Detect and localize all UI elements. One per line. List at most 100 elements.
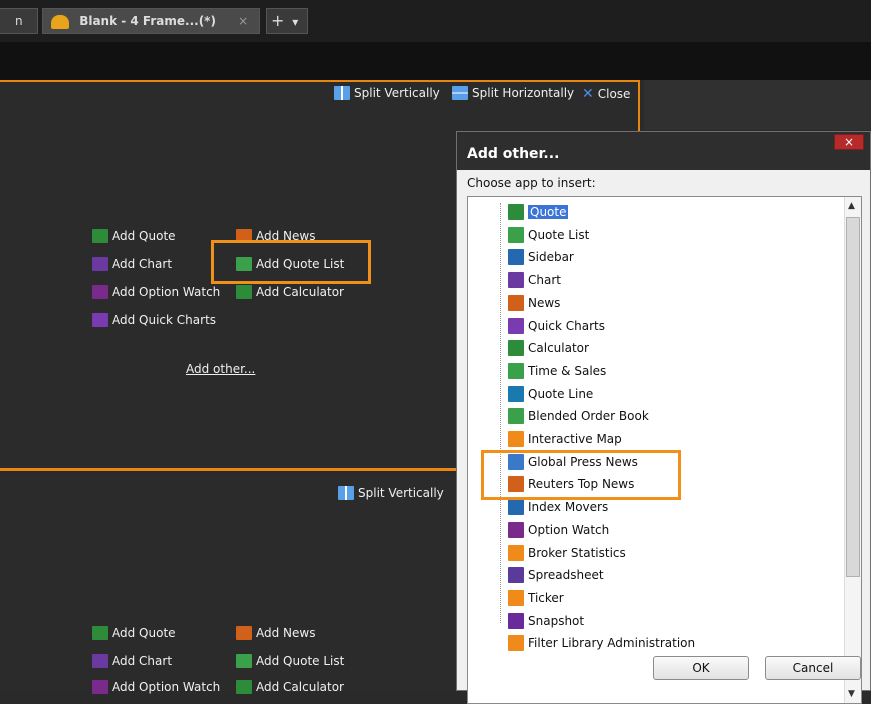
ok-button[interactable]: OK [653, 656, 749, 680]
split-horizontally-button[interactable]: Split Horizontally [452, 86, 574, 100]
chart-icon [92, 257, 108, 271]
list-item-label: Ticker [528, 590, 564, 605]
list-item[interactable]: News [508, 292, 560, 314]
add-option-watch-link[interactable]: Add Option Watch [92, 680, 220, 694]
dialog-close-button[interactable]: × [834, 134, 864, 150]
interactive-map-icon [508, 431, 524, 447]
list-item[interactable]: Calculator [508, 337, 589, 359]
list-item[interactable]: Option Watch [508, 519, 609, 541]
scrollbar[interactable]: ▲ ▼ [844, 197, 861, 703]
time-sales-icon [508, 362, 524, 379]
calculator-icon [508, 340, 524, 357]
new-tab-button[interactable]: + ▾ [266, 8, 308, 34]
list-item[interactable]: Blended Order Book [508, 405, 649, 427]
list-item-label: News [528, 295, 561, 310]
add-quick-charts-link[interactable]: Add Quick Charts [92, 313, 216, 327]
option-watch-icon [508, 521, 524, 538]
add-calculator-link[interactable]: Add Calculator [236, 680, 344, 694]
list-item-label: Quote List [528, 227, 590, 242]
add-option-watch-label: Add Option Watch [112, 680, 221, 694]
workspace-icon [51, 14, 69, 29]
add-quote-link[interactable]: Add Quote [92, 626, 176, 640]
cancel-button[interactable]: Cancel [765, 656, 861, 680]
add-other-label: Add other... [186, 362, 256, 376]
list-item-label: Quote [528, 205, 569, 219]
add-other-link[interactable]: Add other... [186, 362, 255, 376]
toolbar [0, 42, 871, 80]
list-item[interactable]: Ticker [508, 587, 564, 609]
quote-icon [92, 229, 108, 243]
chevron-down-icon[interactable]: ▾ [292, 15, 298, 29]
add-news-label: Add News [256, 626, 316, 640]
plus-icon[interactable]: + [271, 11, 284, 30]
quick-charts-icon [508, 317, 524, 334]
split-vertically-button[interactable]: Split Vertically [334, 86, 440, 100]
list-item-label: Time & Sales [528, 363, 607, 378]
add-chart-link[interactable]: Add Chart [92, 257, 172, 271]
list-item-label: Spreadsheet [528, 568, 604, 583]
close-label: Close [597, 87, 631, 101]
list-item[interactable]: Chart [508, 269, 561, 291]
tab-bar: n Blank - 4 Frame...(*) × + ▾ [0, 0, 871, 42]
add-news-link[interactable]: Add News [236, 626, 315, 640]
close-frame-button[interactable]: ✕ Close [582, 86, 630, 102]
frame-top-right [644, 80, 871, 130]
split-vertically-label: Split Vertically [354, 86, 440, 100]
list-item-label: Interactive Map [528, 432, 622, 446]
scroll-up-icon[interactable]: ▲ [848, 201, 855, 211]
close-x-icon: ✕ [582, 86, 594, 102]
add-quote-list-link[interactable]: Add Quote List [236, 654, 344, 668]
add-quote-list-label: Add Quote List [256, 654, 345, 668]
list-item[interactable]: Quote [508, 201, 569, 223]
highlight-box [211, 240, 371, 284]
add-quote-link[interactable]: Add Quote [92, 229, 176, 243]
tree-lines [500, 203, 501, 623]
list-item[interactable]: Spreadsheet [508, 564, 604, 586]
add-option-watch-link[interactable]: Add Option Watch [92, 285, 220, 299]
list-item[interactable]: Time & Sales [508, 360, 606, 382]
quote-icon [92, 626, 108, 640]
tab-label: n [15, 14, 23, 28]
add-calculator-link[interactable]: Add Calculator [236, 285, 344, 299]
calculator-icon [236, 680, 252, 694]
order-book-icon [508, 408, 524, 425]
list-item-label: Filter Library Administration [528, 636, 696, 651]
list-item-label: Broker Statistics [528, 545, 626, 560]
spreadsheet-icon [508, 567, 524, 584]
calculator-icon [236, 285, 252, 299]
quote-list-icon [236, 654, 252, 668]
list-item-label: Option Watch [528, 522, 610, 537]
add-calculator-label: Add Calculator [256, 285, 344, 299]
add-other-dialog: Add other... × Choose app to insert: Quo… [456, 131, 871, 704]
split-vertical-icon [334, 86, 350, 100]
tab-partial[interactable]: n [0, 8, 38, 34]
list-item[interactable]: Quote List [508, 224, 589, 246]
chart-icon [508, 272, 524, 289]
list-item-label: Blended Order Book [528, 409, 649, 424]
list-item[interactable]: Quote Line [508, 383, 593, 405]
list-item[interactable]: Sidebar [508, 246, 574, 268]
list-item[interactable]: Interactive Map [508, 428, 622, 450]
sidebar-icon [508, 249, 524, 266]
tab-active[interactable]: Blank - 4 Frame...(*) × [42, 8, 260, 34]
scroll-thumb[interactable] [846, 217, 860, 577]
add-chart-label: Add Chart [112, 654, 173, 668]
list-item[interactable]: Quick Charts [508, 315, 605, 337]
news-icon [236, 626, 252, 640]
list-item[interactable]: Filter Library Administration [508, 632, 695, 654]
add-chart-link[interactable]: Add Chart [92, 654, 172, 668]
list-item-label: Snapshot [528, 613, 585, 628]
list-item-label: Calculator [528, 341, 589, 356]
add-quick-charts-label: Add Quick Charts [112, 313, 217, 327]
snapshot-icon [508, 612, 524, 629]
ticker-icon [508, 589, 524, 606]
frame-border [0, 80, 640, 82]
index-movers-icon [508, 499, 524, 516]
add-calculator-label: Add Calculator [256, 680, 344, 694]
split-vertically-button[interactable]: Split Vertically [338, 486, 444, 500]
list-item-label: Quote Line [528, 386, 594, 401]
list-item[interactable]: Snapshot [508, 610, 584, 632]
close-icon[interactable]: × [238, 14, 248, 28]
list-item[interactable]: Broker Statistics [508, 542, 626, 564]
dialog-title: Add other... [457, 132, 870, 170]
